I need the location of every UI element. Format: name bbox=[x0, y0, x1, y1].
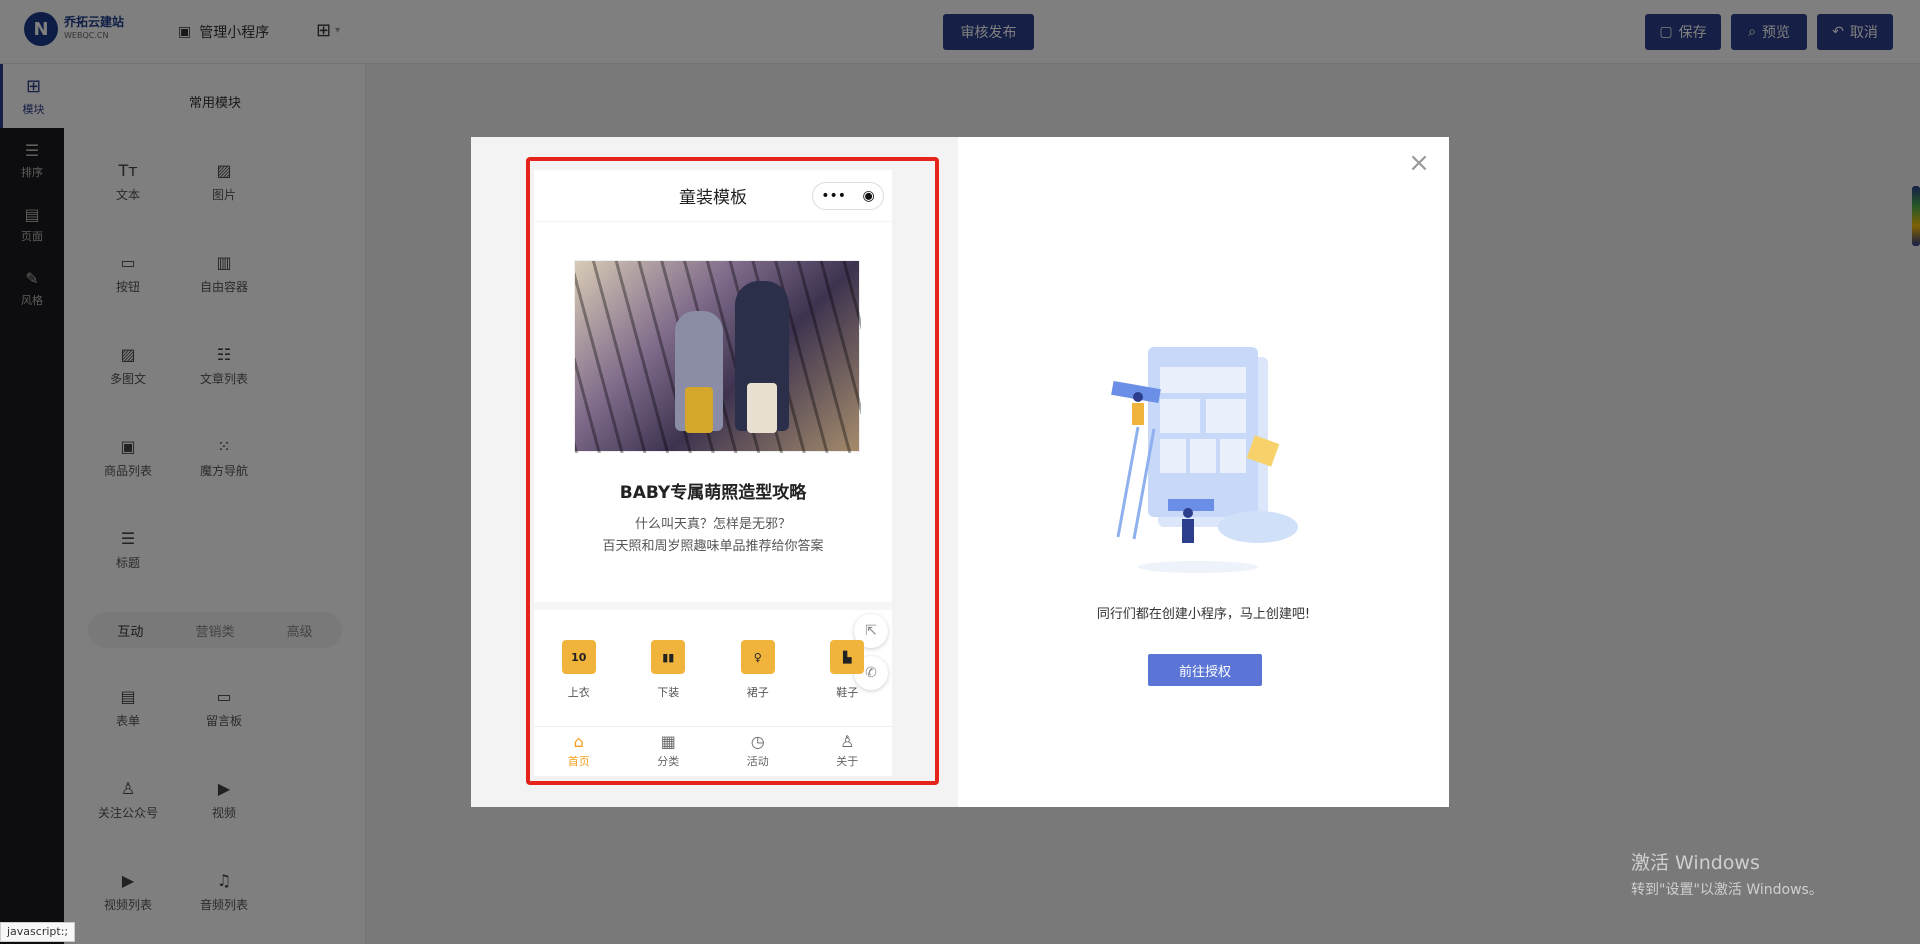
phone-preview-area: 童装模板 ••• ◉ BABY专属萌照造型攻略 什么叫天真？怎样是无邪？ 百天照… bbox=[471, 137, 958, 807]
create-miniprogram-illustration bbox=[1111, 347, 1298, 573]
auth-panel: × 同行们都在创建小程序，马上创建吧! 前往授权 bbox=[958, 137, 1449, 807]
editor-app: N 乔拓云建站 WEBQC.CN ▣ 管理小程序 ⊞ ▾ 审核发布 ▢ 保存 ⌕… bbox=[0, 0, 1920, 944]
template-preview-modal: 童装模板 ••• ◉ BABY专属萌照造型攻略 什么叫天真？怎样是无邪？ 百天照… bbox=[471, 137, 1449, 807]
promo-text: 同行们都在创建小程序，马上创建吧! bbox=[1096, 607, 1311, 622]
authorize-button[interactable]: 前往授权 bbox=[1148, 654, 1262, 686]
highlight-frame bbox=[526, 157, 939, 785]
close-icon[interactable]: × bbox=[1407, 150, 1431, 176]
windows-activation-watermark: 激活 Windows 转到"设置"以激活 Windows。 bbox=[1631, 852, 1823, 898]
status-bar: javascript:; bbox=[0, 922, 76, 942]
